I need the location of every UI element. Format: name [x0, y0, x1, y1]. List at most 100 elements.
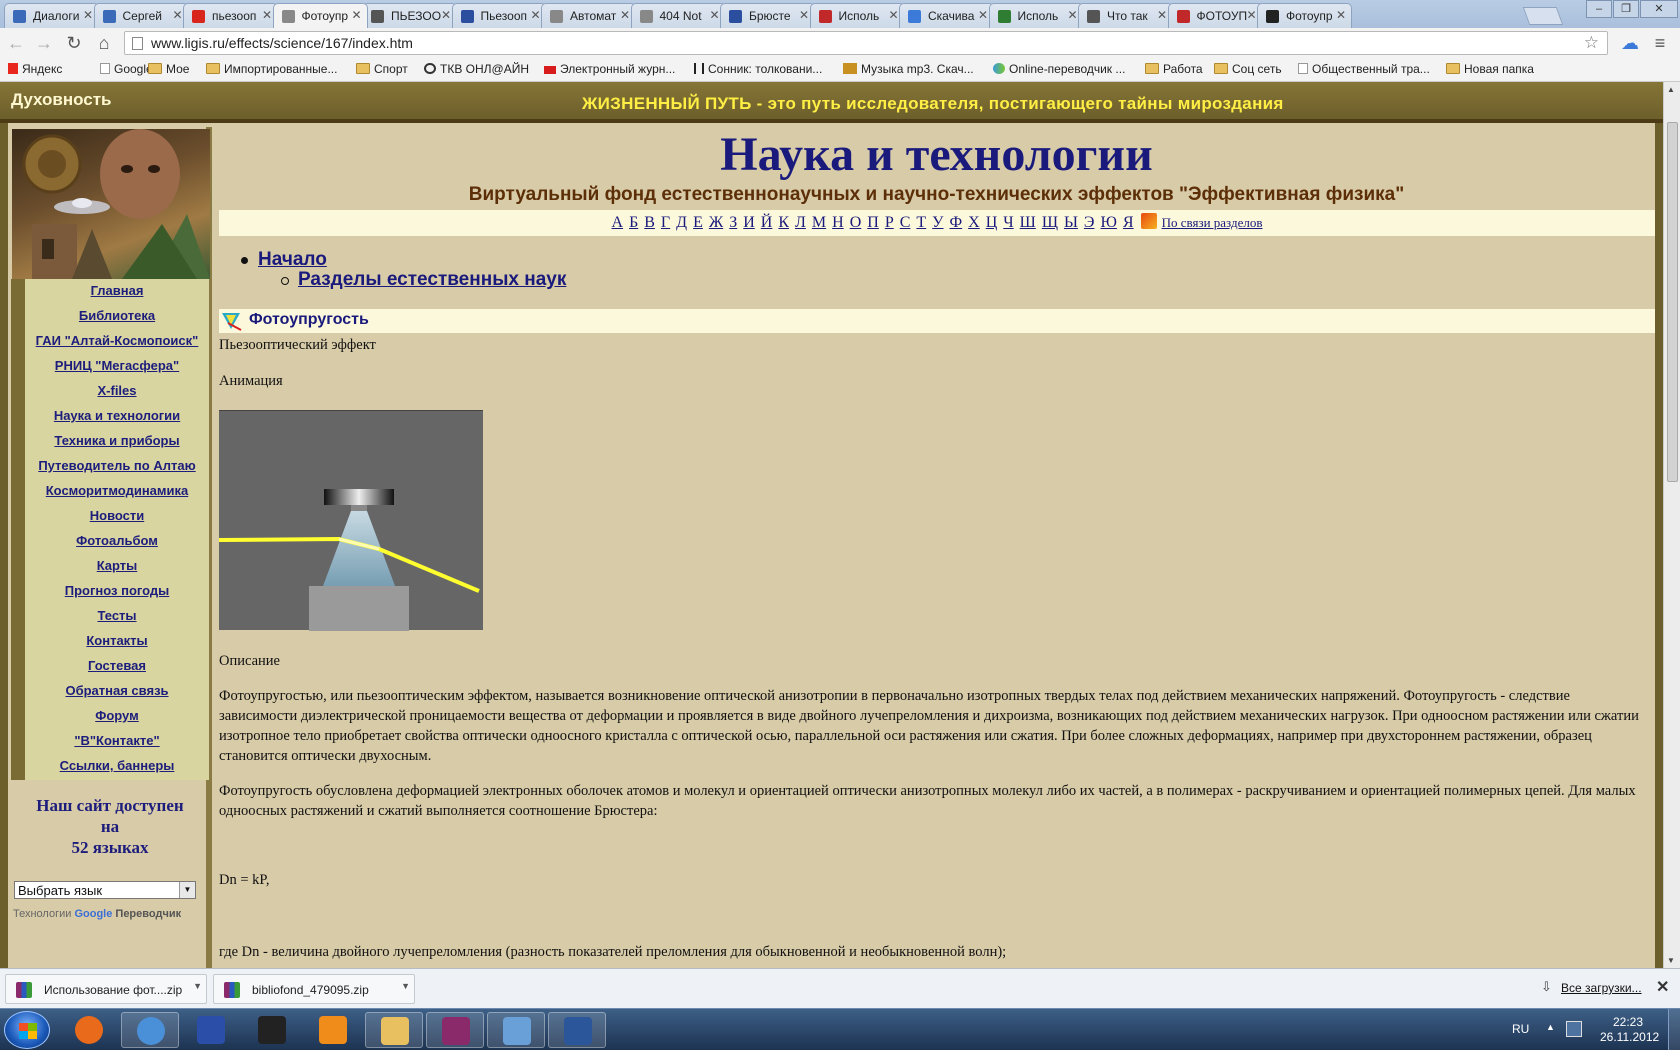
all-downloads-link[interactable]: Все загрузки...	[1561, 981, 1642, 995]
alphabet-letter-link[interactable]: Ж	[709, 214, 723, 231]
menu-item[interactable]: Карты	[25, 558, 209, 573]
alphabet-letter-link[interactable]: Т	[916, 214, 926, 231]
bookmark-item[interactable]: Сонник: толковани...	[694, 62, 822, 76]
alphabet-letter-link[interactable]: О	[850, 214, 862, 231]
tab-close-icon[interactable]: ✕	[888, 8, 898, 22]
section-links-icon[interactable]	[1140, 213, 1157, 229]
tab-close-icon[interactable]: ✕	[978, 8, 988, 22]
alphabet-letter-link[interactable]: В	[644, 214, 655, 231]
breadcrumb-home-link[interactable]: Начало	[258, 249, 327, 270]
browser-tab[interactable]: Исполь ✕	[809, 3, 905, 28]
browser-tab[interactable]: ФОТОУП ✕	[1167, 3, 1263, 28]
chevron-down-icon[interactable]: ▼	[401, 981, 410, 991]
tab-close-icon[interactable]: ✕	[83, 8, 93, 22]
menu-item[interactable]: Прогноз погоды	[25, 583, 209, 598]
taskbar-app-word[interactable]	[548, 1012, 606, 1048]
alphabet-letter-link[interactable]: Д	[676, 214, 687, 231]
alphabet-letter-link[interactable]: Н	[832, 214, 844, 231]
taskbar-app-plugin[interactable]	[243, 1012, 301, 1048]
browser-tab[interactable]: Автомат ✕	[541, 3, 636, 28]
new-tab-button[interactable]	[1522, 7, 1564, 25]
back-button[interactable]: ←	[4, 32, 28, 54]
taskbar-app-firefox[interactable]	[60, 1012, 118, 1048]
scrollbar-thumb[interactable]	[1667, 122, 1678, 482]
download-item-1[interactable]: Использование фот....zip ▼	[5, 974, 207, 1004]
alphabet-letter-link[interactable]: К	[778, 214, 789, 231]
alphabet-letter-link[interactable]: Ч	[1003, 214, 1013, 231]
tab-close-icon[interactable]: ✕	[1336, 8, 1346, 22]
gtrans-suffix[interactable]: Переводчик	[115, 908, 181, 920]
bookmark-item[interactable]: Работа	[1145, 62, 1203, 76]
alphabet-letter-link[interactable]: И	[743, 214, 755, 231]
browser-tab[interactable]: Скачива ✕	[899, 3, 994, 28]
clock[interactable]: 22:23 26.11.2012	[1600, 1015, 1659, 1045]
browser-tab[interactable]: Фотоупр ✕	[1257, 3, 1352, 28]
browser-tab[interactable]: Исполь ✕	[988, 3, 1084, 28]
alphabet-letter-link[interactable]: Й	[761, 214, 773, 231]
bookmark-star-icon[interactable]: ☆	[1584, 33, 1599, 53]
address-bar[interactable]: www.ligis.ru/effects/science/167/index.h…	[124, 31, 1608, 55]
tab-close-icon[interactable]: ✕	[620, 8, 630, 22]
alphabet-letter-link[interactable]: З	[729, 214, 737, 231]
bookmark-item[interactable]: Импортированные...	[206, 62, 337, 76]
bookmark-item[interactable]: Общественный тра...	[1298, 62, 1430, 76]
tab-close-icon[interactable]: ✕	[351, 8, 361, 22]
browser-tab[interactable]: Пьезооп ✕	[451, 3, 547, 28]
taskbar-app-picture[interactable]	[487, 1012, 545, 1048]
taskbar-app-media[interactable]	[304, 1012, 362, 1048]
scroll-up-icon[interactable]: ▲	[1667, 85, 1675, 94]
taskbar-app-winrar[interactable]	[426, 1012, 484, 1048]
menu-item[interactable]: ГАИ "Алтай-Космопоиск"	[25, 333, 209, 348]
site-name[interactable]: Духовность	[11, 90, 112, 110]
menu-item[interactable]: Ссылки, баннеры	[25, 758, 209, 773]
menu-item[interactable]: X-files	[25, 383, 209, 398]
vertical-scrollbar[interactable]: ▲ ▼	[1663, 82, 1680, 968]
menu-item[interactable]: РНИЦ "Мегасфера"	[25, 358, 209, 373]
start-button[interactable]	[4, 1011, 50, 1049]
alphabet-letter-link[interactable]: Я	[1123, 214, 1134, 231]
scroll-down-icon[interactable]: ▼	[1667, 956, 1675, 965]
menu-item[interactable]: Гостевая	[25, 658, 209, 673]
menu-item[interactable]: Контакты	[25, 633, 209, 648]
taskbar-app-chrome[interactable]	[121, 1012, 179, 1048]
menu-item[interactable]: "В"Контакте"	[25, 733, 209, 748]
tab-close-icon[interactable]: ✕	[530, 8, 540, 22]
browser-tab[interactable]: Сергей ✕	[93, 3, 189, 28]
input-language[interactable]: RU	[1512, 1022, 1529, 1036]
menu-item[interactable]: Техника и приборы	[25, 433, 209, 448]
minimize-button[interactable]: –	[1586, 0, 1612, 18]
home-button[interactable]: ⌂	[92, 32, 116, 54]
tab-close-icon[interactable]: ✕	[441, 8, 451, 22]
menu-item[interactable]: Фотоальбом	[25, 533, 209, 548]
section-links-link[interactable]: По связи разделов	[1162, 215, 1263, 230]
network-icon[interactable]	[1566, 1021, 1582, 1037]
browser-tab[interactable]: пьезооп ✕	[183, 3, 278, 28]
language-select[interactable]: Выбрать язык ▼	[14, 881, 196, 899]
alphabet-letter-link[interactable]: Л	[795, 214, 806, 231]
bookmark-item[interactable]: Спорт	[356, 62, 408, 76]
taskbar-app-explorer[interactable]	[365, 1012, 423, 1048]
menu-icon[interactable]: ≡	[1648, 32, 1672, 54]
maximize-button[interactable]: ❐	[1613, 0, 1639, 18]
alphabet-letter-link[interactable]: Ф	[950, 214, 963, 231]
window-close-button[interactable]: ✕	[1640, 0, 1678, 18]
menu-item[interactable]: Форум	[25, 708, 209, 723]
menu-item[interactable]: Наука и технологии	[25, 408, 209, 423]
bookmark-item[interactable]: ТКВ ОНЛ@АЙН	[424, 62, 529, 76]
tab-close-icon[interactable]: ✕	[1246, 8, 1256, 22]
bookmark-item[interactable]: Мое	[148, 62, 189, 76]
alphabet-letter-link[interactable]: Г	[661, 214, 670, 231]
tab-close-icon[interactable]: ✕	[799, 8, 809, 22]
alphabet-letter-link[interactable]: Э	[1084, 214, 1095, 231]
alphabet-letter-link[interactable]: Ы	[1064, 214, 1078, 231]
browser-tab[interactable]: Диалоги ✕	[4, 3, 99, 28]
google-logo[interactable]: Google	[74, 908, 112, 920]
alphabet-letter-link[interactable]: Ю	[1100, 214, 1116, 231]
bookmark-item[interactable]: Электронный журн...	[544, 62, 675, 76]
alphabet-letter-link[interactable]: У	[932, 214, 943, 231]
tab-close-icon[interactable]: ✕	[262, 8, 272, 22]
alphabet-letter-link[interactable]: М	[812, 214, 826, 231]
reload-button[interactable]: ↻	[62, 32, 86, 54]
alphabet-letter-link[interactable]: А	[612, 214, 624, 231]
menu-item[interactable]: Главная	[25, 283, 209, 298]
